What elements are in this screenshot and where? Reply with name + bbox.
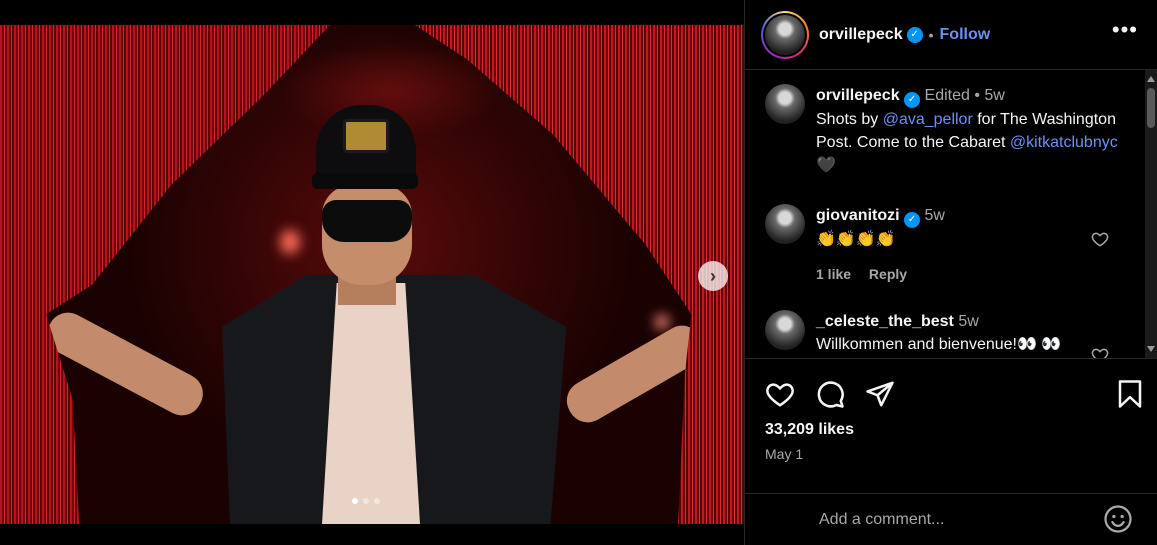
post-photo[interactable] <box>0 25 744 524</box>
verified-badge-icon: ✓ <box>904 211 921 228</box>
heart-icon[interactable] <box>765 379 795 409</box>
post-actions: 33,209 likes May 1 <box>745 358 1157 493</box>
cap-patch <box>343 119 389 153</box>
avatar[interactable] <box>765 310 805 350</box>
avatar <box>765 14 805 55</box>
comment-username[interactable]: giovanitozi <box>816 207 900 224</box>
next-slide-button[interactable]: › <box>698 261 728 291</box>
comment-likes[interactable]: 1 like <box>816 266 851 282</box>
bookmark-icon[interactable] <box>1115 379 1145 409</box>
header-user: orvillepeck ✓ • Follow <box>819 26 990 44</box>
caption: orvillepeck ✓ Edited • 5w Shots by @ava_… <box>765 84 1126 177</box>
more-options-icon[interactable]: ••• <box>1112 19 1138 41</box>
comments-scrollbar[interactable] <box>1145 70 1157 358</box>
caption-time: 5w <box>984 87 1005 104</box>
emoji-icon[interactable] <box>1103 504 1133 534</box>
ceiling-light <box>655 315 669 329</box>
separator-dot: • <box>928 26 934 43</box>
scroll-down-arrow-icon[interactable] <box>1147 346 1155 352</box>
post-date: May 1 <box>765 446 804 462</box>
caption-text: 🖤 <box>816 156 836 174</box>
comment-item: _celeste_the_best 5w Willkommen and bien… <box>765 310 1126 356</box>
heart-icon[interactable] <box>1091 346 1109 358</box>
comment-text: Willkommen and bienvenue!👀 👀 <box>816 336 1062 353</box>
avatar[interactable] <box>765 204 805 244</box>
comment-time: 5w <box>924 207 945 224</box>
comments-list: orvillepeck ✓ Edited • 5w Shots by @ava_… <box>745 70 1145 358</box>
post-side-panel: orvillepeck ✓ • Follow ••• orvillepeck ✓… <box>744 0 1157 545</box>
scroll-up-arrow-icon[interactable] <box>1147 76 1155 82</box>
caption-username[interactable]: orvillepeck <box>816 87 900 104</box>
comment-composer <box>745 493 1157 545</box>
separator-dot: • <box>974 87 985 104</box>
edited-label: Edited <box>924 87 970 104</box>
heart-icon[interactable] <box>1091 230 1109 248</box>
shirt <box>322 283 420 524</box>
carousel-dot <box>363 498 369 504</box>
carousel-dot <box>374 498 380 504</box>
carousel-dot <box>352 498 358 504</box>
comment-item: giovanitozi ✓ 5w 👏👏👏👏 1 like Reply <box>765 204 1126 286</box>
carousel-indicator <box>352 498 380 504</box>
header-username[interactable]: orvillepeck <box>819 26 903 44</box>
story-ring[interactable] <box>761 10 809 59</box>
scrollbar-thumb[interactable] <box>1147 88 1155 128</box>
comment-input[interactable] <box>819 508 1089 532</box>
comment-icon[interactable] <box>815 379 845 409</box>
caption-text: Shots by <box>816 110 883 128</box>
ceiling-light <box>280 230 300 254</box>
cap-brim <box>312 173 418 189</box>
follow-button[interactable]: Follow <box>940 26 991 44</box>
comment-time: 5w <box>958 313 979 330</box>
post-header: orvillepeck ✓ • Follow ••• <box>745 0 1157 70</box>
mask <box>322 200 412 242</box>
likes-count[interactable]: 33,209 likes <box>765 421 854 439</box>
reply-button[interactable]: Reply <box>869 266 907 282</box>
post-media: › <box>0 0 744 545</box>
paper-plane-icon[interactable] <box>865 379 895 409</box>
verified-badge-icon: ✓ <box>904 91 921 108</box>
avatar[interactable] <box>765 84 805 124</box>
comment-username[interactable]: _celeste_the_best <box>816 313 954 330</box>
comment-text: 👏👏👏👏 <box>816 230 896 248</box>
mention-link[interactable]: @ava_pellor <box>883 111 973 128</box>
verified-badge-icon: ✓ <box>906 26 923 43</box>
mention-link[interactable]: @kitkatclubnyc <box>1010 134 1118 151</box>
